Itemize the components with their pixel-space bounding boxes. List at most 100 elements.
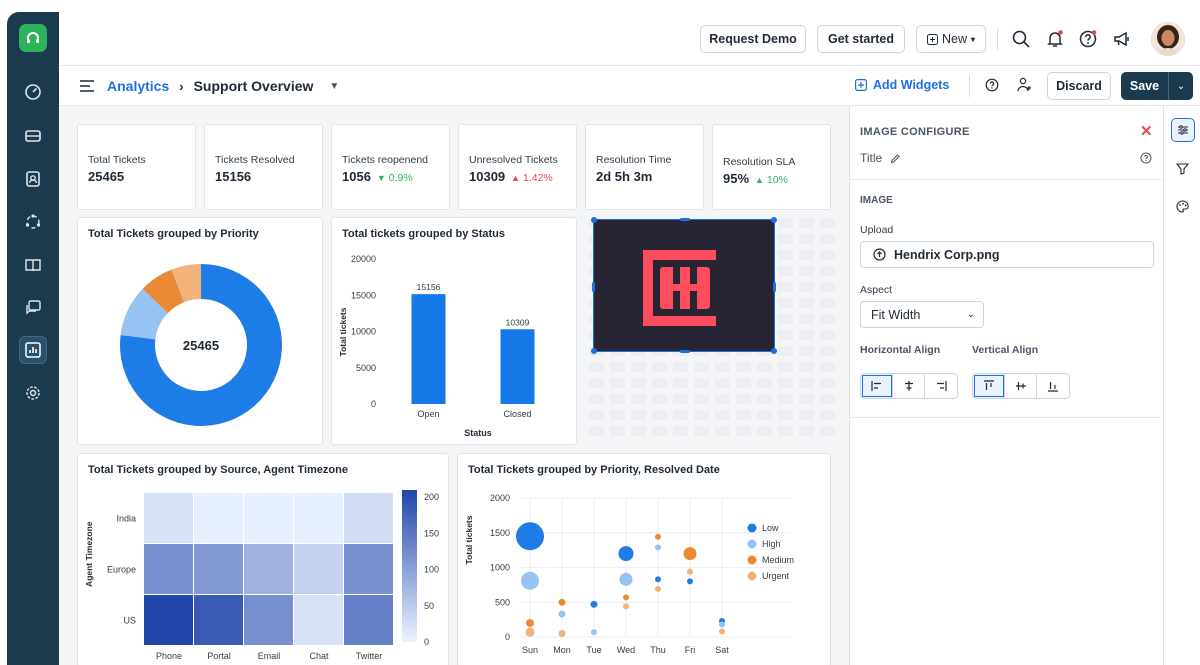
heatmap-cell <box>294 544 343 594</box>
placeholder-grid-cell <box>652 362 667 372</box>
donut-center-label: 25465 <box>183 338 219 353</box>
resize-handle[interactable] <box>773 282 776 292</box>
align-middle-vertical-icon[interactable] <box>1005 374 1037 398</box>
notifications-bell-icon[interactable] <box>1042 26 1068 52</box>
placeholder-grid-cell <box>799 410 814 420</box>
resize-handle[interactable] <box>591 348 597 354</box>
bubble-urgent <box>623 603 629 610</box>
bubble-high <box>558 610 566 618</box>
title-help-icon[interactable] <box>1140 151 1152 169</box>
kpi-card-resolution-time[interactable]: Resolution Time 2d 5h 3m <box>585 124 704 210</box>
placeholder-grid-cell <box>715 410 730 420</box>
groups-icon[interactable] <box>19 208 47 236</box>
kpi-card-tickets-reopened[interactable]: Tickets reopenend 1056 ▼ 0.9% <box>331 124 450 210</box>
breadcrumb-analytics-link[interactable]: Analytics <box>107 78 169 94</box>
image-widget-selected[interactable] <box>591 217 777 354</box>
dashboard-switcher-chevron-icon[interactable]: ▼ <box>329 81 339 92</box>
new-dropdown-button[interactable]: New ▾ <box>916 25 986 53</box>
donut-chart-card[interactable]: Total Tickets grouped by Priority 25465 <box>77 217 323 445</box>
heatmap-cell <box>244 544 293 594</box>
align-bottom-icon[interactable] <box>1037 374 1069 398</box>
kpi-card-resolution-sla[interactable]: Resolution SLA 95% ▲ 10% <box>712 124 831 210</box>
resize-handle[interactable] <box>680 350 690 353</box>
heatmap-chart-card[interactable]: Total Tickets grouped by Source, Agent T… <box>77 453 449 665</box>
placeholder-grid-cell <box>820 410 835 420</box>
scale-tick-label: 50 <box>424 601 434 611</box>
image-widget-area <box>585 217 841 445</box>
contacts-icon[interactable] <box>19 165 47 193</box>
save-button[interactable]: Save <box>1121 72 1169 100</box>
placeholder-grid-cell <box>652 426 667 436</box>
align-center-horizontal-icon[interactable] <box>893 374 925 398</box>
kpi-card-total-tickets[interactable]: Total Tickets 25465 <box>77 124 196 210</box>
placeholder-grid-cell <box>820 394 835 404</box>
x-tick-label: Open <box>417 409 439 419</box>
placeholder-grid-cell <box>715 378 730 388</box>
placeholder-grid-cell <box>820 218 835 228</box>
breadcrumb-separator-icon: › <box>179 78 184 94</box>
share-user-icon[interactable] <box>1017 77 1032 98</box>
resize-handle[interactable] <box>591 217 597 223</box>
resize-handle[interactable] <box>771 217 777 223</box>
upload-icon <box>873 248 886 261</box>
placeholder-grid-cell <box>778 330 793 340</box>
resize-handle[interactable] <box>680 218 690 221</box>
conversations-icon[interactable] <box>19 294 47 322</box>
align-right-icon[interactable] <box>925 374 957 398</box>
analytics-icon[interactable] <box>19 336 47 364</box>
dashboard-help-icon[interactable] <box>985 78 999 97</box>
panel-heading: IMAGE CONFIGURE <box>860 126 970 138</box>
bar-chart-card[interactable]: Total tickets grouped by Status 0 5000 100… <box>331 217 577 445</box>
add-widgets-button[interactable]: Add Widgets <box>855 78 949 92</box>
align-left-icon[interactable] <box>861 374 893 398</box>
dashboard-gauge-icon[interactable] <box>19 78 47 106</box>
tickets-icon[interactable] <box>19 122 47 150</box>
kpi-label: Total Tickets <box>88 154 146 166</box>
app-logo-icon[interactable] <box>19 24 47 52</box>
configure-sliders-icon[interactable] <box>1171 118 1195 142</box>
bubble-chart-card[interactable]: Total Tickets grouped by Priority, Resol… <box>457 453 831 665</box>
save-options-chevron-icon[interactable]: ⌄ <box>1169 72 1193 100</box>
placeholder-grid-cell <box>799 362 814 372</box>
placeholder-grid-cell <box>820 346 835 356</box>
x-tick-label: Closed <box>503 409 531 419</box>
legend-swatch <box>747 571 757 581</box>
placeholder-grid-cell <box>799 298 814 308</box>
heatmap-cell <box>344 595 393 645</box>
kpi-label: Resolution SLA <box>723 156 796 168</box>
close-icon[interactable]: ✕ <box>1140 122 1153 140</box>
dashboard-header: Analytics › Support Overview ▼ Add Widge… <box>59 66 1200 106</box>
resize-handle[interactable] <box>592 282 595 292</box>
kpi-card-unresolved-tickets[interactable]: Unresolved Tickets 10309 ▲ 1.42% <box>458 124 577 210</box>
placeholder-grid-cell <box>631 410 646 420</box>
placeholder-grid-cell <box>715 394 730 404</box>
theme-palette-icon[interactable] <box>1176 200 1189 218</box>
request-demo-button[interactable]: Request Demo <box>700 25 806 53</box>
help-icon[interactable] <box>1075 26 1101 52</box>
y-tick-label: 1000 <box>490 563 510 573</box>
edit-pencil-icon[interactable] <box>890 153 901 164</box>
filter-funnel-icon[interactable] <box>1175 162 1190 180</box>
bubble-low <box>516 522 544 551</box>
get-started-button[interactable]: Get started <box>817 25 905 53</box>
kpi-card-tickets-resolved[interactable]: Tickets Resolved 15156 <box>204 124 323 210</box>
hamburger-menu-icon[interactable] <box>79 79 95 98</box>
legend-label: Urgent <box>762 571 790 581</box>
placeholder-grid-cell <box>589 362 604 372</box>
search-icon[interactable] <box>1008 26 1034 52</box>
resize-handle[interactable] <box>771 348 777 354</box>
aspect-select[interactable]: Fit Width ⌄ <box>860 301 984 328</box>
heatmap-cell <box>294 493 343 543</box>
upload-field[interactable]: Hendrix Corp.png <box>860 241 1154 268</box>
x-tick-label: Sun <box>522 645 538 655</box>
user-avatar[interactable] <box>1151 22 1185 56</box>
placeholder-grid-cell <box>610 362 625 372</box>
bubble-urgent <box>558 630 566 638</box>
upload-label: Upload <box>860 224 894 236</box>
announcements-megaphone-icon[interactable] <box>1109 26 1135 52</box>
align-top-icon[interactable] <box>973 374 1005 398</box>
settings-gear-icon[interactable] <box>19 379 47 407</box>
discard-button[interactable]: Discard <box>1047 72 1111 100</box>
add-widgets-label: Add Widgets <box>873 78 950 92</box>
knowledge-base-icon[interactable] <box>19 251 47 279</box>
